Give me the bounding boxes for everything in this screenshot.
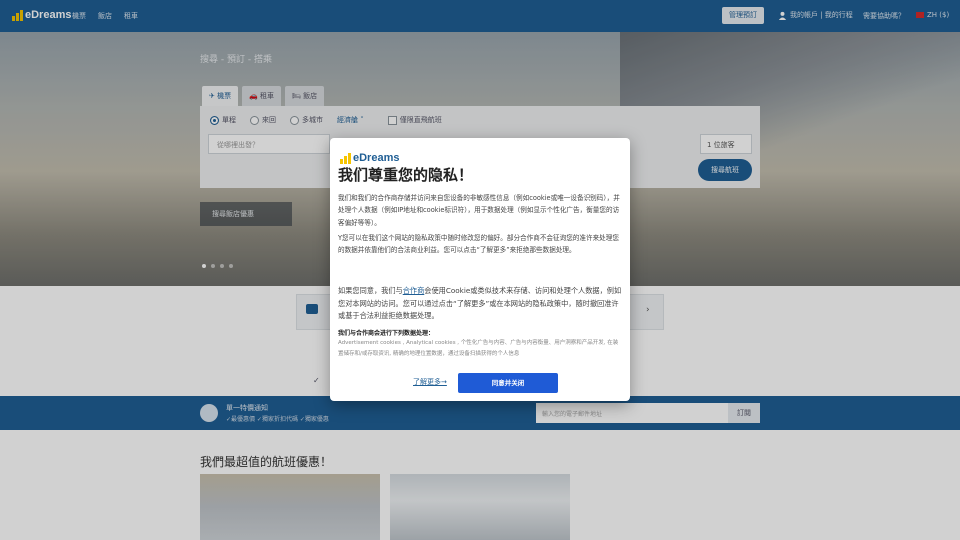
dialog-paragraph-2: Y您可以在我们这个网站的隐私政策中随时修改您的偏好。部分合作商不会征询您的准许来… (338, 234, 619, 255)
dialog-paragraph-1: 我们和我们的合作商存储并访问来自您设备的非敏感性信息（例如cookie或唯一设备… (338, 194, 620, 227)
dialog-logo: eDreams (340, 152, 399, 164)
learn-more-link[interactable]: 了解更多→ (413, 377, 447, 387)
logo-bars-icon (340, 152, 351, 164)
p3-before: 如果您同意，我们与 (338, 286, 403, 295)
dialog-paragraph-3: 如果您同意，我们与合作商会使用Cookie或类似技术来存储、访问和处理个人数据，… (338, 285, 622, 323)
purposes-list: Advertisement cookies , Analytical cooki… (338, 340, 619, 357)
accept-and-close-button[interactable]: 同意并关闭 (458, 373, 558, 393)
partners-link[interactable]: 合作商 (403, 286, 425, 295)
dialog-logo-text: eDreams (353, 152, 400, 164)
dialog-title: 我们尊重您的隐私！ (338, 166, 474, 184)
purposes-title: 我们与合作商会进行下列数据处理： (338, 330, 435, 337)
